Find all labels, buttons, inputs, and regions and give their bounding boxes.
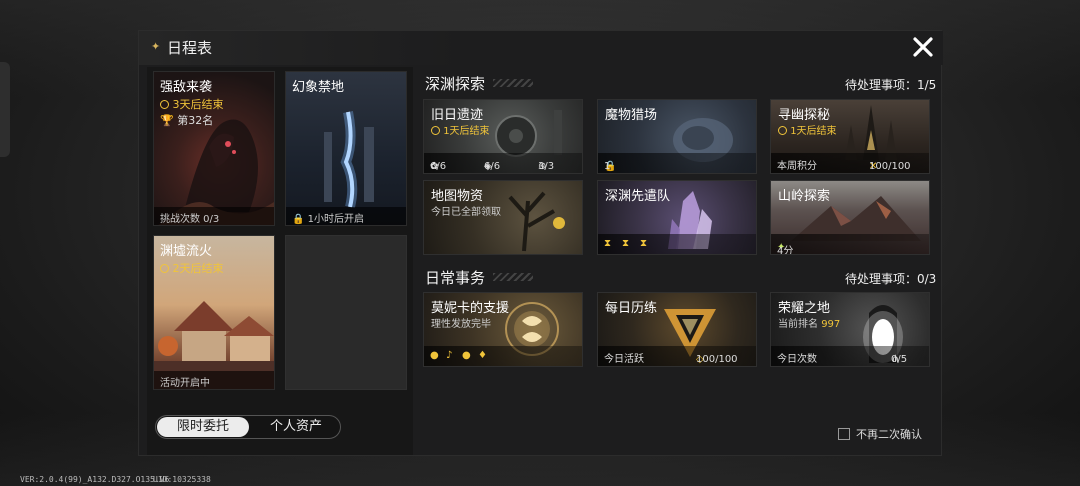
event-card-illusion-zone[interactable]: 幻象禁地 🔒 1小时后开启 <box>285 71 407 226</box>
trophy-icon: 🏆 <box>160 114 174 127</box>
card-subtitle: 今日已全部领取 <box>431 207 501 218</box>
card-title: 莫妮卡的支援 <box>431 301 510 316</box>
card-footer: ✦ 4分钟/24小时 <box>771 234 929 254</box>
event-footer: 挑战次数 0/3 <box>154 207 274 225</box>
card-rank: 当前排名 997 <box>778 319 841 330</box>
card-mountain-explore[interactable]: 山岭探索 ✦ 4分钟/24小时 <box>770 180 930 255</box>
card-time: 1天后结束 <box>778 122 837 137</box>
event-card-strong-enemy[interactable]: 强敌来袭 3天后结束 🏆 第32名 挑战次数 0/3 <box>153 71 275 226</box>
event-footer: 活动开启中 <box>154 371 274 389</box>
event-card-abyss-fire[interactable]: 渊墟流火 2天后结束 活动开启中 <box>153 235 275 390</box>
event-title: 幻象禁地 <box>292 80 345 95</box>
footer-label: 今日次数 <box>777 354 817 365</box>
card-title: 山岭探索 <box>778 189 831 204</box>
tab-limited-commission[interactable]: 限时委托 <box>157 417 249 437</box>
footer-label: 本周积分 <box>777 161 817 172</box>
tab-personal-assets[interactable]: 个人资产 <box>252 417 340 437</box>
card-footer: 本周积分 ✕ 100/100 <box>771 153 929 173</box>
modal-title: 日程表 <box>167 39 213 57</box>
version-text: VER:2.0.4(99)_A132.D327.O135.V6 <box>20 475 170 484</box>
daily-section-title: 日常事务 <box>425 269 486 287</box>
hourglass-icon: ⧗ <box>640 238 648 249</box>
schedule-modal: ✦ 日程表 强敌来袭 3天后结束 🏆 第32名 挑战次数 0/3 幻象禁地 🔒 … <box>138 30 943 456</box>
card-footer: 🔒 1天后开启 <box>598 153 756 173</box>
card-title: 旧日遗迹 <box>431 108 484 123</box>
card-subtitle: 理性发放完毕 <box>431 319 491 330</box>
event-title: 渊墟流火 <box>160 244 213 259</box>
section-decoration <box>493 273 533 281</box>
footer-label: 今日活跃 <box>604 354 644 365</box>
reward-icon: ♪ <box>446 350 453 361</box>
sparkle-icon: ✦ <box>151 40 161 53</box>
card-daily-training[interactable]: 每日历练 今日活跃 ◇ 100/100 <box>597 292 757 367</box>
modal-title-bar: ✦ 日程表 <box>139 31 943 65</box>
clock-icon <box>778 126 787 135</box>
limited-events-panel: 强敌来袭 3天后结束 🏆 第32名 挑战次数 0/3 幻象禁地 🔒 1小时后开启 <box>147 67 413 455</box>
clock-icon <box>431 126 440 135</box>
event-rank: 🏆 第32名 <box>160 114 214 127</box>
portal-art <box>324 111 374 209</box>
event-footer: 🔒 1小时后开启 <box>286 207 406 225</box>
hourglass-icon: ⧗ <box>604 238 612 249</box>
event-empty-slot <box>285 235 407 390</box>
event-title: 强敌来袭 <box>160 80 213 95</box>
no-confirm-checkbox[interactable] <box>838 428 850 440</box>
card-title: 每日历练 <box>605 301 658 316</box>
tab-toggle: 限时委托 个人资产 <box>155 415 341 439</box>
card-seek-secrets[interactable]: 寻幽探秘 1天后结束 本周积分 ✕ 100/100 <box>770 99 930 174</box>
card-footer: ⧗ ⧗ ⧗ <box>598 234 756 254</box>
hourglass-icon: ⧗ <box>622 238 630 249</box>
abyss-pending-count: 待处理事项：1/5 <box>845 78 937 92</box>
card-footer: 今日活跃 ◇ 100/100 <box>598 346 756 366</box>
card-title: 地图物资 <box>431 189 484 204</box>
card-monster-hunt[interactable]: 魔物猎场 🔒 1天后开启 <box>597 99 757 174</box>
event-time: 3天后结束 <box>160 96 224 112</box>
card-title: 深渊先遣队 <box>605 189 671 204</box>
abyss-section-title: 深渊探索 <box>425 75 486 93</box>
reward-icon: ● <box>462 350 471 361</box>
clock-icon <box>160 264 169 273</box>
reward-icon: ♦ <box>478 350 487 361</box>
card-abyss-vanguard[interactable]: 深渊先遣队 ⧗ ⧗ ⧗ <box>597 180 757 255</box>
side-edge-tab <box>0 62 10 157</box>
section-decoration <box>493 79 533 87</box>
card-footer: ● ♪ ● ♦ <box>424 346 582 366</box>
daily-pending-count: 待处理事项：0/3 <box>845 272 937 286</box>
card-time: 1天后结束 <box>431 122 490 137</box>
clock-icon <box>160 100 169 109</box>
lock-icon: 🔒 <box>292 214 305 225</box>
uid-text: UID:10325338 <box>153 475 211 484</box>
event-time: 2天后结束 <box>160 260 224 276</box>
card-footer: 今日次数 ⋔ 0/5 <box>771 346 929 366</box>
card-title: 荣耀之地 <box>778 301 831 316</box>
close-icon <box>913 37 933 57</box>
card-old-ruins[interactable]: 旧日遗迹 1天后结束 ✿ 6/6 ◈ 6/6 ⊛ 3/3 <box>423 99 583 174</box>
card-glory-land[interactable]: 荣耀之地 当前排名 997 今日次数 ⋔ 0/5 <box>770 292 930 367</box>
card-map-supplies[interactable]: 地图物资 今日已全部领取 <box>423 180 583 255</box>
card-title: 魔物猎场 <box>605 108 658 123</box>
card-title: 寻幽探秘 <box>778 108 831 123</box>
reward-icon: ● <box>430 350 439 361</box>
close-button[interactable] <box>909 33 937 61</box>
no-confirm-label: 不再二次确认 <box>856 428 922 441</box>
card-footer: ✿ 6/6 ◈ 6/6 ⊛ 3/3 <box>424 153 582 173</box>
card-monica-support[interactable]: 莫妮卡的支援 理性发放完毕 ● ♪ ● ♦ <box>423 292 583 367</box>
